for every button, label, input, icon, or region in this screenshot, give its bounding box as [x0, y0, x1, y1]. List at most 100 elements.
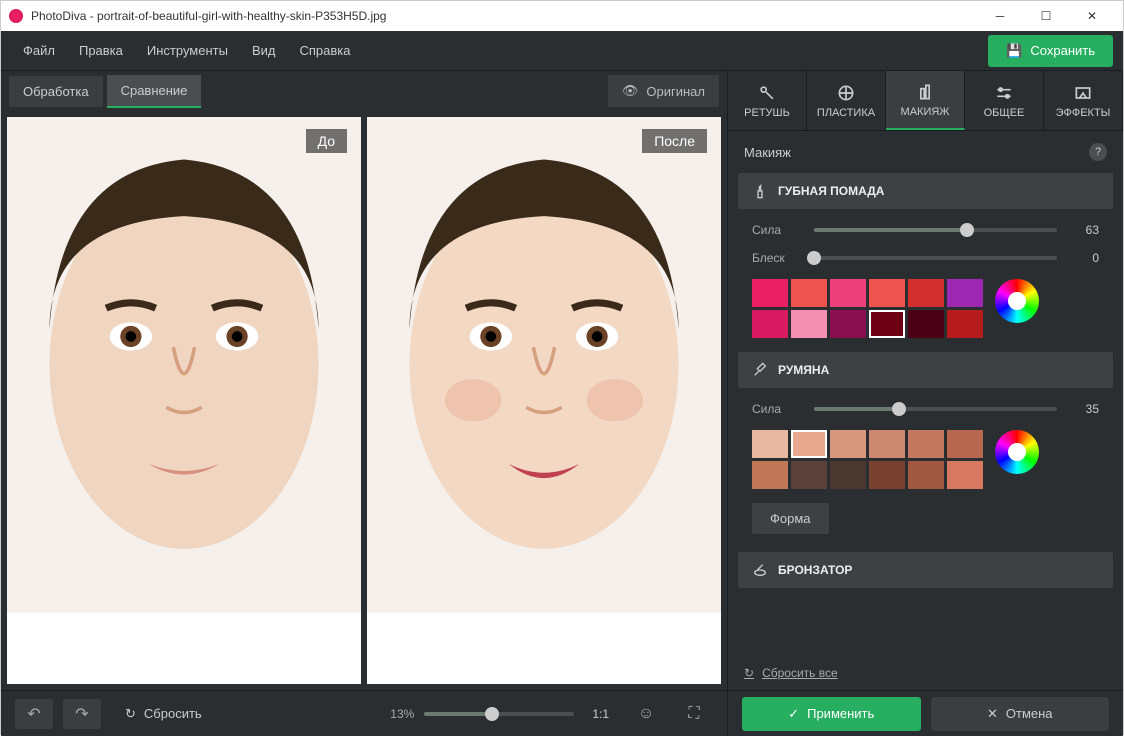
effects-icon — [1073, 83, 1093, 103]
color-swatch[interactable] — [908, 461, 944, 489]
color-swatch[interactable] — [869, 279, 905, 307]
original-button[interactable]: 👁 Оригинал — [608, 75, 719, 107]
sculpt-icon — [836, 83, 856, 103]
makeup-scroll-area[interactable]: ГУБНАЯ ПОМАДА Сила 63 Блеск 0 — [728, 173, 1123, 656]
maximize-button[interactable]: ☐ — [1023, 1, 1069, 31]
lipstick-gloss-label: Блеск — [752, 251, 802, 265]
x-icon: ✕ — [987, 706, 998, 722]
minimize-button[interactable]: ─ — [977, 1, 1023, 31]
blush-shape-button[interactable]: Форма — [752, 503, 829, 534]
close-button[interactable]: ✕ — [1069, 1, 1115, 31]
reset-all-icon: ↻ — [744, 666, 754, 680]
lipstick-gloss-row: Блеск 0 — [738, 251, 1113, 265]
window-title: PhotoDiva - portrait-of-beautiful-girl-w… — [31, 9, 977, 23]
color-swatch[interactable] — [947, 461, 983, 489]
lipstick-strength-row: Сила 63 — [738, 223, 1113, 237]
before-label: До — [306, 129, 347, 153]
lipstick-icon — [752, 183, 768, 199]
after-label: После — [642, 129, 707, 153]
color-swatch[interactable] — [791, 461, 827, 489]
image-comparison-area: До Посл — [1, 111, 727, 690]
undo-button[interactable]: ↶ — [15, 699, 53, 729]
color-swatch[interactable] — [791, 279, 827, 307]
app-logo-icon — [9, 9, 23, 23]
lipstick-color-wheel[interactable] — [995, 279, 1039, 323]
color-swatch[interactable] — [869, 310, 905, 338]
view-tabs: Обработка Сравнение 👁 Оригинал — [1, 71, 727, 111]
color-swatch[interactable] — [947, 279, 983, 307]
makeup-icon — [915, 82, 935, 102]
color-swatch[interactable] — [791, 310, 827, 338]
color-swatch[interactable] — [830, 430, 866, 458]
save-icon: 💾 — [1006, 43, 1022, 59]
menu-view[interactable]: Вид — [240, 43, 288, 58]
eye-icon: 👁 — [622, 83, 639, 99]
menu-file[interactable]: Файл — [11, 43, 67, 58]
zoom-slider[interactable] — [424, 712, 574, 716]
color-swatch[interactable] — [869, 430, 905, 458]
brush-icon — [752, 362, 768, 378]
retouch-icon — [757, 83, 777, 103]
powder-icon — [752, 562, 768, 578]
menu-tools[interactable]: Инструменты — [135, 43, 240, 58]
reset-button[interactable]: ↻ Сбросить — [111, 700, 216, 728]
blush-color-grid — [752, 430, 983, 489]
zoom-value: 13% — [390, 707, 414, 721]
tab-compare[interactable]: Сравнение — [107, 75, 202, 108]
tool-tab-sculpt[interactable]: ПЛАСТИКА — [807, 71, 886, 130]
face-detect-button[interactable]: ☺ — [627, 699, 665, 729]
color-swatch[interactable] — [830, 461, 866, 489]
menu-help[interactable]: Справка — [287, 43, 362, 58]
lipstick-section-header[interactable]: ГУБНАЯ ПОМАДА — [738, 173, 1113, 209]
bronzer-section-header[interactable]: БРОНЗАТОР — [738, 552, 1113, 588]
color-swatch[interactable] — [791, 430, 827, 458]
color-swatch[interactable] — [752, 279, 788, 307]
blush-color-wheel[interactable] — [995, 430, 1039, 474]
tool-tab-retouch[interactable]: РЕТУШЬ — [728, 71, 807, 130]
cancel-button[interactable]: ✕ Отмена — [931, 697, 1110, 731]
blush-strength-value: 35 — [1069, 402, 1099, 416]
color-swatch[interactable] — [752, 310, 788, 338]
sliders-icon — [994, 83, 1014, 103]
blush-section-header[interactable]: РУМЯНА — [738, 352, 1113, 388]
title-bar: PhotoDiva - portrait-of-beautiful-girl-w… — [1, 1, 1123, 31]
color-swatch[interactable] — [830, 310, 866, 338]
lipstick-strength-slider[interactable] — [814, 228, 1057, 232]
tab-processing[interactable]: Обработка — [9, 76, 103, 107]
tool-tabs: РЕТУШЬ ПЛАСТИКА МАКИЯЖ ОБЩЕЕ ЭФФЕКТЫ — [728, 71, 1123, 131]
blush-strength-slider[interactable] — [814, 407, 1057, 411]
check-icon: ✓ — [788, 706, 799, 722]
tool-tab-effects[interactable]: ЭФФЕКТЫ — [1044, 71, 1123, 130]
lipstick-strength-label: Сила — [752, 223, 802, 237]
save-button[interactable]: 💾 Сохранить — [988, 35, 1113, 67]
blush-strength-row: Сила 35 — [738, 402, 1113, 416]
tool-tab-general[interactable]: ОБЩЕЕ — [965, 71, 1044, 130]
blush-strength-label: Сила — [752, 402, 802, 416]
zoom-ratio-button[interactable]: 1:1 — [592, 707, 609, 721]
color-swatch[interactable] — [908, 279, 944, 307]
color-swatch[interactable] — [947, 310, 983, 338]
lipstick-color-grid — [752, 279, 983, 338]
after-pane[interactable]: После — [367, 117, 721, 684]
color-swatch[interactable] — [752, 461, 788, 489]
color-swatch[interactable] — [908, 430, 944, 458]
color-swatch[interactable] — [908, 310, 944, 338]
before-pane[interactable]: До — [7, 117, 361, 684]
color-swatch[interactable] — [869, 461, 905, 489]
action-bar: ✓ Применить ✕ Отмена — [728, 690, 1123, 736]
redo-button[interactable]: ↷ — [63, 699, 101, 729]
menu-edit[interactable]: Правка — [67, 43, 135, 58]
reset-all-button[interactable]: ↻ Сбросить все — [728, 656, 1123, 690]
lipstick-gloss-slider[interactable] — [814, 256, 1057, 260]
apply-button[interactable]: ✓ Применить — [742, 697, 921, 731]
color-swatch[interactable] — [830, 279, 866, 307]
color-swatch[interactable] — [947, 430, 983, 458]
bottom-toolbar: ↶ ↷ ↻ Сбросить 13% 1:1 ☺ ⛶ — [1, 690, 727, 736]
fullscreen-button[interactable]: ⛶ — [675, 699, 713, 729]
color-swatch[interactable] — [752, 430, 788, 458]
tool-tab-makeup[interactable]: МАКИЯЖ — [886, 71, 965, 130]
menu-bar: Файл Правка Инструменты Вид Справка 💾 Со… — [1, 31, 1123, 71]
help-button[interactable]: ? — [1089, 143, 1107, 161]
lipstick-gloss-value: 0 — [1069, 251, 1099, 265]
reset-icon: ↻ — [125, 706, 136, 722]
